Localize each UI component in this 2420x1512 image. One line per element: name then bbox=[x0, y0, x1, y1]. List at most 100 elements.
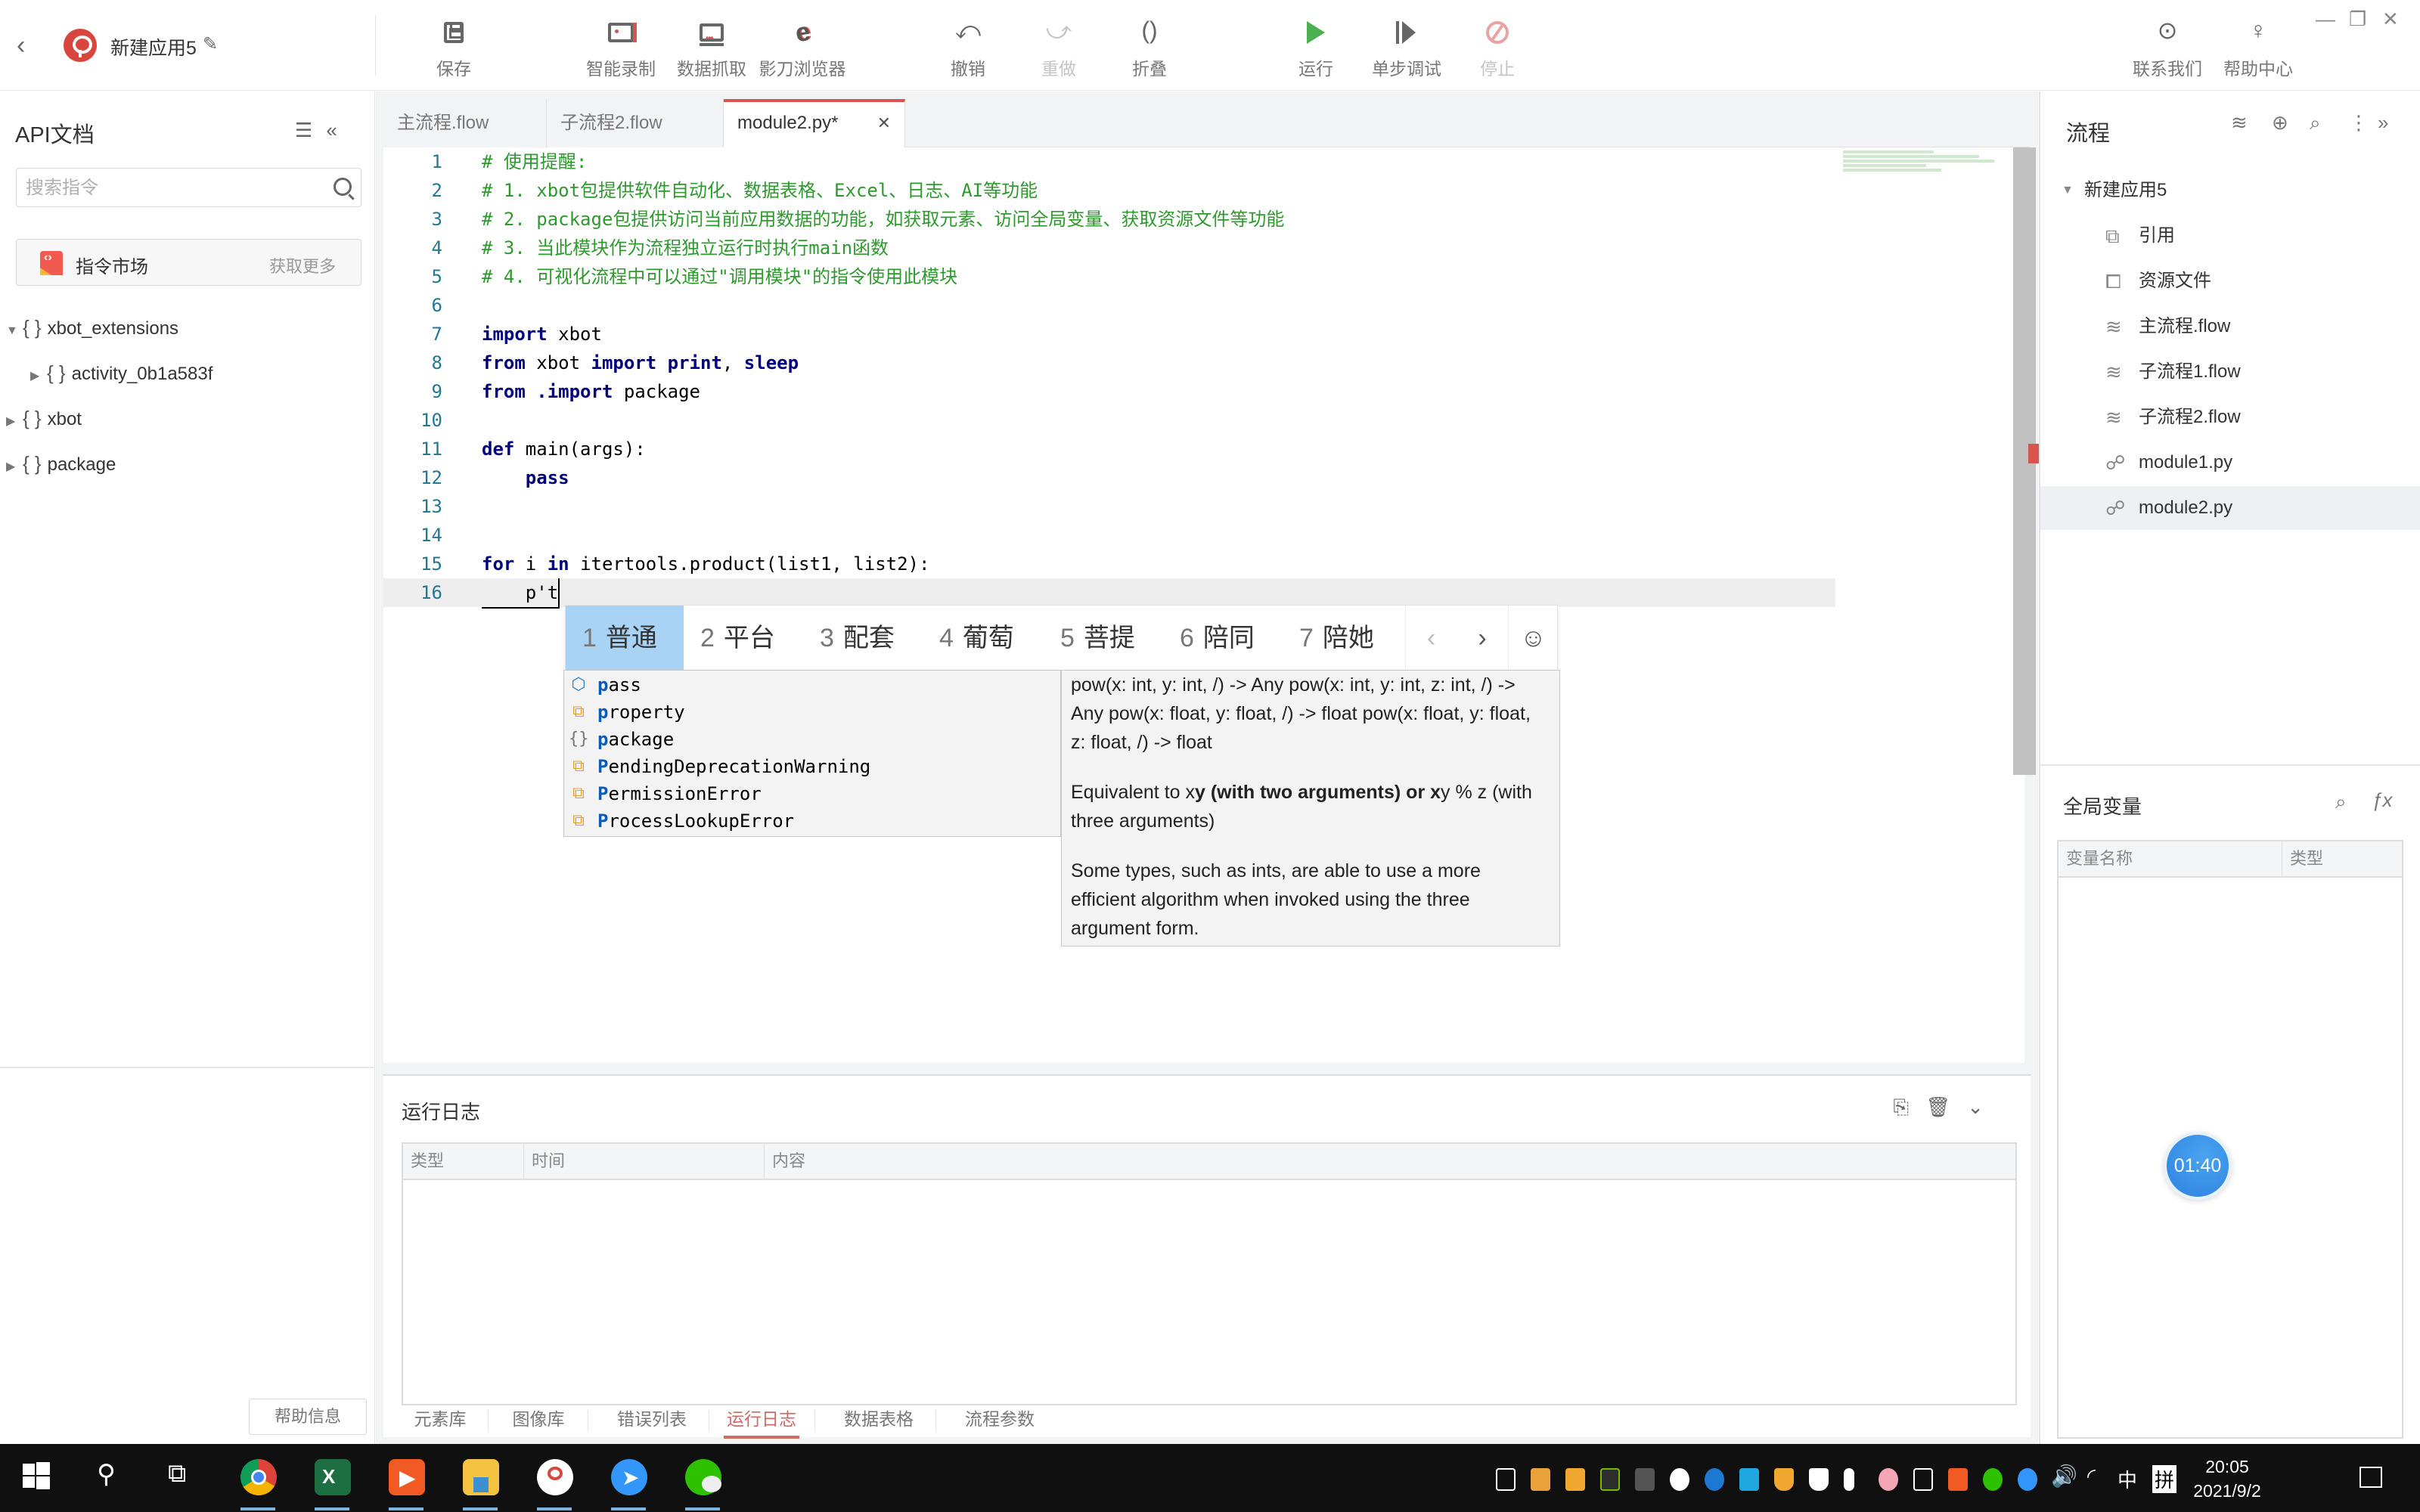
step-debug-button[interactable]: 单步调试 bbox=[1369, 14, 1444, 82]
ime-emoji-icon[interactable]: ☺ bbox=[1508, 606, 1558, 671]
add-flow-icon[interactable]: ≋ bbox=[2231, 111, 2248, 135]
collapse-down-icon[interactable]: ⌄ bbox=[1967, 1095, 2000, 1118]
project-item-subflow2[interactable]: ≋ 子流程2.flow bbox=[2040, 395, 2420, 439]
task-view-icon[interactable]: ⧉ bbox=[168, 1459, 186, 1489]
excel-icon[interactable]: X bbox=[315, 1459, 351, 1495]
tab-subflow2[interactable]: 子流程2.flow bbox=[547, 99, 724, 147]
chrome-icon[interactable] bbox=[240, 1459, 277, 1495]
onedrive-offline-icon[interactable] bbox=[1635, 1468, 1655, 1491]
autocomplete-item[interactable]: ⧉ PendingDeprecationWarning bbox=[564, 752, 1060, 781]
tab-image-library[interactable]: 图像库 bbox=[497, 1404, 580, 1439]
yingdao-tray-icon[interactable] bbox=[1670, 1468, 1689, 1491]
add-variable-fx-icon[interactable]: ƒx bbox=[2372, 789, 2392, 812]
help-center-button[interactable]: ♀ 帮助中心 bbox=[2220, 14, 2296, 82]
windows-start-icon[interactable] bbox=[23, 1462, 50, 1489]
dingtalk-icon[interactable]: ➤ bbox=[611, 1459, 647, 1495]
floating-timer-badge[interactable]: 01:40 bbox=[2164, 1132, 2232, 1200]
expand-arrow-icon[interactable]: ▼ bbox=[6, 324, 23, 338]
undo-button[interactable]: ⤺ 撤销 bbox=[945, 14, 991, 82]
close-window-button[interactable]: ✕ bbox=[2382, 8, 2399, 31]
ime-candidate[interactable]: 3 配套 bbox=[820, 606, 895, 671]
autocomplete-item[interactable]: ⬡ pass bbox=[564, 671, 1060, 699]
project-root[interactable]: ▼ 新建应用5 bbox=[2040, 169, 2420, 212]
tab-run-log[interactable]: 运行日志 bbox=[724, 1404, 799, 1439]
tab-error-list[interactable]: 错误列表 bbox=[603, 1404, 701, 1439]
project-item-module2[interactable]: ☍ module2.py bbox=[2040, 486, 2420, 530]
volume-icon[interactable]: 🔊 bbox=[2051, 1464, 2077, 1489]
project-item-subflow1[interactable]: ≋ 子流程1.flow bbox=[2040, 350, 2420, 394]
expand-arrow-icon[interactable]: ▶ bbox=[30, 368, 47, 383]
wechat-icon[interactable] bbox=[685, 1459, 721, 1495]
save-button[interactable]: 保存 bbox=[430, 14, 478, 82]
project-item-reference[interactable]: ⧉ 引用 bbox=[2040, 214, 2420, 258]
yingdao-icon[interactable] bbox=[537, 1459, 573, 1495]
defender-icon[interactable] bbox=[1809, 1468, 1829, 1491]
run-button[interactable]: 运行 bbox=[1293, 14, 1339, 82]
ime-candidate[interactable]: 2 平台 bbox=[700, 606, 775, 671]
ime-prev-page-icon[interactable]: ‹ bbox=[1405, 606, 1457, 671]
sort-icon[interactable]: ☰ bbox=[295, 119, 326, 141]
search-icon[interactable]: ⚲ bbox=[97, 1459, 116, 1489]
ime-mode-indicator[interactable]: 拼 bbox=[2152, 1465, 2177, 1493]
notification-center-icon[interactable] bbox=[2360, 1467, 2382, 1488]
contact-us-button[interactable]: ⊙ 联系我们 bbox=[2130, 14, 2205, 82]
system-clock[interactable]: 20:05 2021/9/2 bbox=[2186, 1455, 2269, 1503]
tree-item-xbot[interactable]: ▶{ } xbot bbox=[6, 407, 82, 430]
stop-button[interactable]: 停止 bbox=[1475, 14, 1520, 82]
data-grab-button[interactable]: 数据抓取 bbox=[670, 14, 753, 82]
nvidia-icon[interactable] bbox=[1600, 1468, 1620, 1491]
ime-candidate[interactable]: 7 陪她 bbox=[1299, 606, 1374, 671]
search-icon[interactable]: ⌕ bbox=[2310, 111, 2321, 135]
minimap[interactable] bbox=[1843, 147, 2024, 1063]
collapse-left-icon[interactable]: « bbox=[326, 119, 350, 141]
kuaishou-tray-icon[interactable] bbox=[1948, 1468, 1968, 1491]
search-command-input[interactable] bbox=[26, 176, 321, 200]
bluetooth-icon[interactable] bbox=[1705, 1468, 1724, 1491]
network-app-icon[interactable] bbox=[1739, 1468, 1759, 1491]
clear-log-trash-icon[interactable]: 🗑 bbox=[1925, 1095, 1967, 1118]
ime-candidate[interactable]: 6 陪同 bbox=[1180, 606, 1255, 671]
tab-flow-params[interactable]: 流程参数 bbox=[951, 1404, 1049, 1439]
ime-candidate[interactable]: 5 菩提 bbox=[1060, 606, 1135, 671]
project-item-main-flow[interactable]: ≋ 主流程.flow bbox=[2040, 305, 2420, 349]
tab-module2[interactable]: module2.py* ✕ bbox=[724, 99, 905, 147]
wifi-icon[interactable]: ◜ bbox=[2087, 1464, 2096, 1489]
kuaishou-icon[interactable]: ▶ bbox=[389, 1459, 425, 1495]
command-market-button[interactable]: 指令市场 获取更多 bbox=[16, 239, 361, 286]
security-shield-icon[interactable] bbox=[1774, 1468, 1794, 1491]
back-button[interactable]: ‹ bbox=[17, 32, 39, 59]
minimize-button[interactable]: — bbox=[2316, 8, 2335, 31]
tab-data-table[interactable]: 数据表格 bbox=[830, 1404, 928, 1439]
expand-arrow-icon[interactable]: ▼ bbox=[2062, 169, 2074, 212]
search-variable-icon[interactable]: ⌕ bbox=[2335, 790, 2347, 814]
redo-button[interactable]: ⤻ 重做 bbox=[1036, 14, 1081, 82]
tab-main-flow[interactable]: 主流程.flow bbox=[383, 99, 547, 147]
autocomplete-item[interactable]: ⧉ PermissionError bbox=[564, 779, 1060, 808]
expand-arrow-icon[interactable]: ▶ bbox=[6, 459, 23, 474]
tree-item-package[interactable]: ▶{ } package bbox=[6, 452, 116, 476]
battery-plug-icon[interactable] bbox=[1913, 1468, 1933, 1491]
rename-pencil-icon[interactable]: ✎ bbox=[203, 33, 218, 55]
tab-element-library[interactable]: 元素库 bbox=[399, 1404, 482, 1439]
file-explorer-icon[interactable] bbox=[463, 1459, 499, 1495]
browser-button[interactable]: e 影刀浏览器 bbox=[753, 14, 852, 82]
smart-record-button[interactable]: 智能录制 bbox=[579, 14, 662, 82]
ime-language-indicator[interactable]: 中 bbox=[2118, 1465, 2137, 1493]
add-python-module-icon[interactable]: ⊕ bbox=[2272, 111, 2288, 135]
help-info-button[interactable]: 帮助信息 bbox=[249, 1399, 367, 1435]
tree-item-xbot-extensions[interactable]: ▼{ } xbot_extensions bbox=[6, 316, 178, 339]
ime-candidate[interactable]: 1 普通 bbox=[566, 606, 684, 671]
get-more-link[interactable]: 获取更多 bbox=[269, 253, 336, 277]
export-log-icon[interactable]: ⎘ bbox=[1893, 1095, 1925, 1118]
ime-next-page-icon[interactable]: › bbox=[1457, 606, 1508, 671]
microphone-icon[interactable] bbox=[1844, 1468, 1854, 1491]
fold-button[interactable]: () 折叠 bbox=[1127, 14, 1172, 82]
tree-item-activity[interactable]: ▶{ } activity_0b1a583f bbox=[30, 361, 213, 385]
dingtalk-tray-icon[interactable] bbox=[2018, 1468, 2037, 1491]
autocomplete-item[interactable]: ⧉ property bbox=[564, 698, 1060, 727]
usb-drive-icon[interactable] bbox=[1496, 1468, 1516, 1491]
ime-candidate[interactable]: 4 葡萄 bbox=[939, 606, 1014, 671]
expand-arrow-icon[interactable]: ▶ bbox=[6, 414, 23, 429]
autocomplete-item[interactable]: ⧉ ProcessLookupError bbox=[564, 807, 1060, 835]
project-item-resources[interactable]: ⧠ 资源文件 bbox=[2040, 259, 2420, 303]
